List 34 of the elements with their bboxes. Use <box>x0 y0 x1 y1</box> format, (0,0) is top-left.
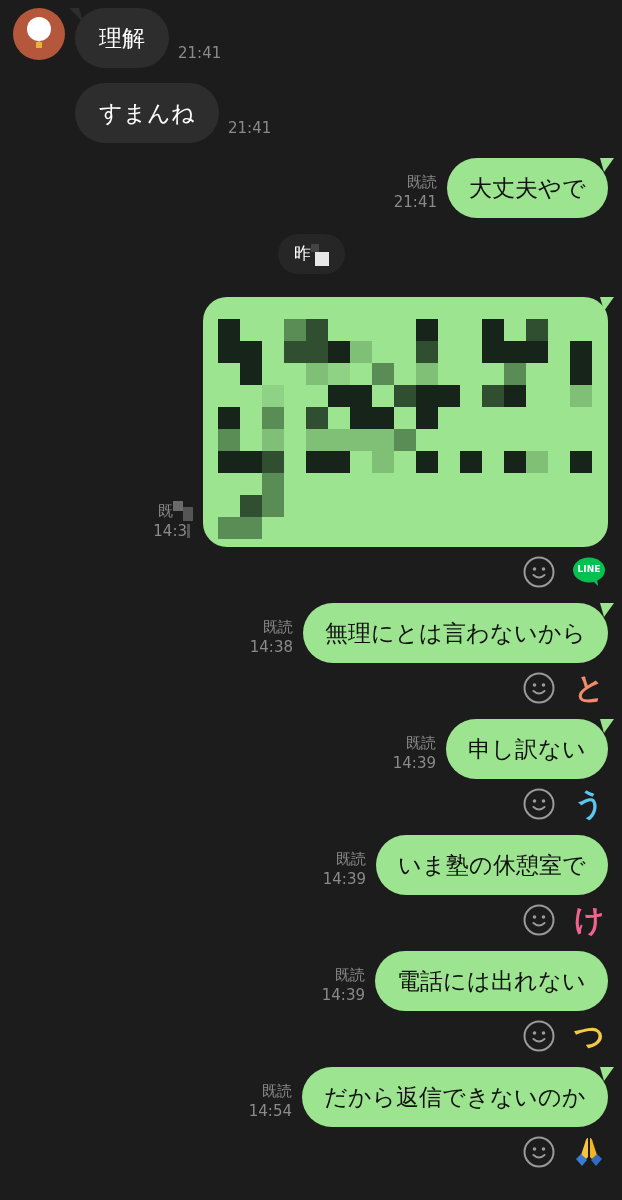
message-time: 21:41 <box>178 42 222 64</box>
reaction-label: け <box>572 903 606 937</box>
message-time: 21:41 <box>228 117 272 139</box>
avatar[interactable] <box>13 8 65 60</box>
message-time: 14:39 <box>322 869 366 889</box>
read-receipt: 既読 <box>262 1081 292 1101</box>
message-time: 14:38 <box>249 637 293 657</box>
smiley-icon[interactable] <box>523 672 555 704</box>
smiley-icon[interactable] <box>523 904 555 936</box>
reaction-label: つ <box>572 1019 606 1053</box>
message-time: 14:39 <box>321 985 365 1005</box>
mosaic-patch <box>187 524 193 538</box>
smiley-icon[interactable] <box>523 1020 555 1052</box>
read-receipt: 既読 <box>335 965 365 985</box>
smiley-icon[interactable] <box>523 556 555 588</box>
read-receipt: 既 <box>158 501 173 521</box>
message-bubble: すまんね <box>75 83 219 143</box>
message-bubble: いま塾の休憩室で <box>376 835 608 895</box>
read-receipt: 既読 <box>336 849 366 869</box>
read-receipt: 既読 <box>263 617 293 637</box>
message-bubble: 電話には出れない <box>375 951 608 1011</box>
mosaic-patch <box>173 501 193 521</box>
message-time: 14:3 <box>153 521 187 541</box>
message-time: 14:54 <box>248 1101 292 1121</box>
date-label: 昨 <box>293 242 311 266</box>
read-receipt: 既読 <box>406 733 436 753</box>
reaction-logo: LINE <box>572 557 606 587</box>
message-time: 21:41 <box>393 192 437 212</box>
reaction-label: う <box>572 787 606 821</box>
message-time: 14:39 <box>392 753 436 773</box>
read-receipt: 既読 <box>407 172 437 192</box>
smiley-icon[interactable] <box>523 788 555 820</box>
reaction-label: と <box>572 671 606 705</box>
smiley-icon[interactable] <box>523 1136 555 1168</box>
